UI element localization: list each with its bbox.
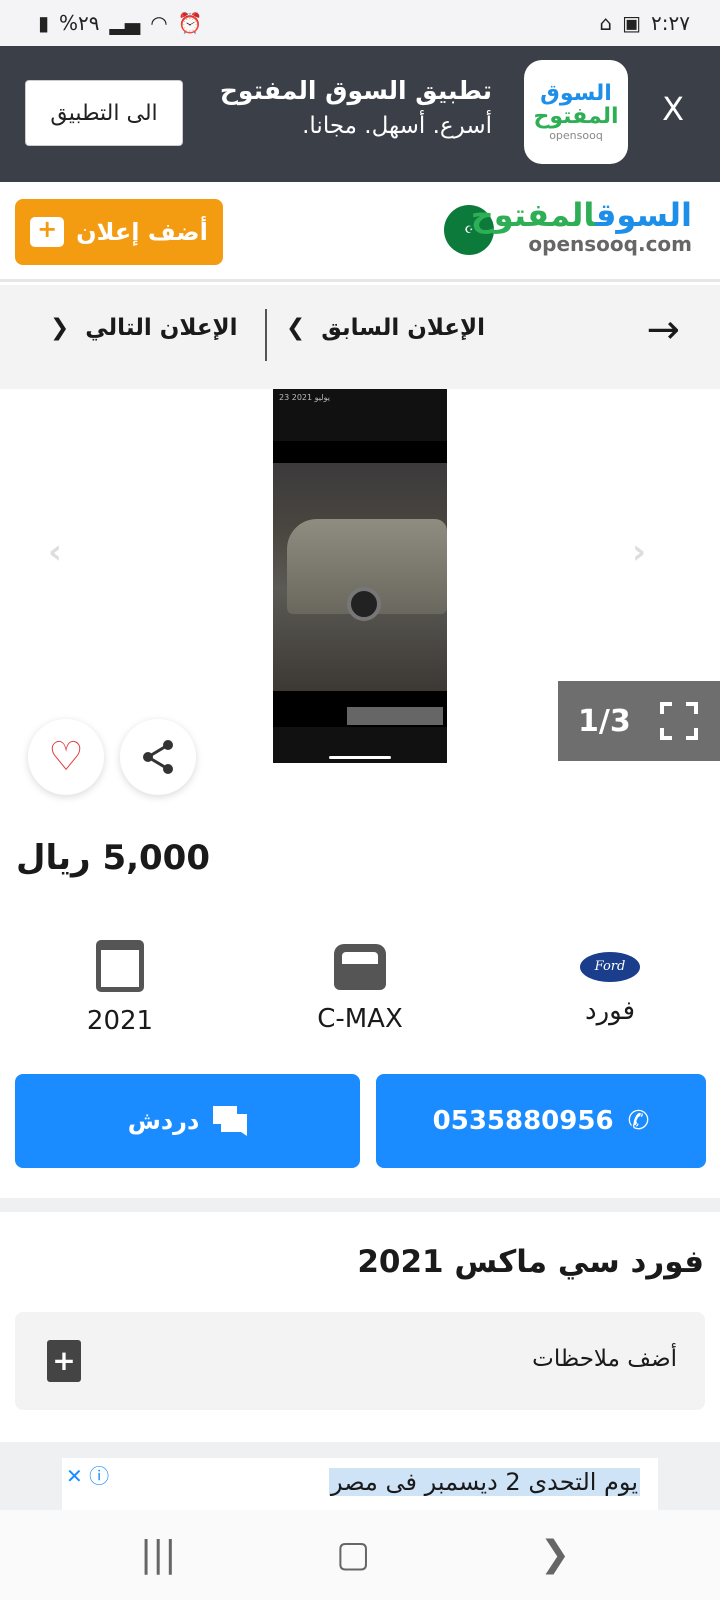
open-app-button[interactable]: الى التطبيق (25, 80, 183, 146)
expand-icon (660, 702, 698, 740)
add-notes-box[interactable]: أضف ملاحظات + (15, 1312, 705, 1410)
heart-icon: ♡ (48, 734, 84, 780)
spec-model: C-MAX (260, 940, 460, 1034)
ad-text: يوم التحدى 2 ديسمبر فى مصر (329, 1468, 640, 1496)
site-logo[interactable]: السوقالمفتوح opensooq.com (471, 196, 692, 256)
back-icon[interactable]: ❯ (540, 1534, 570, 1575)
year-value: 2021 (86, 1006, 154, 1036)
brand-value: فورد (585, 996, 635, 1026)
app-logo-line2: المفتوح (533, 103, 619, 129)
close-banner-button[interactable]: X (662, 90, 684, 128)
car-wheel (347, 587, 381, 621)
chevron-right-icon: ❯ (286, 315, 306, 341)
post-ad-label: أضف إعلان (76, 218, 208, 246)
add-notes-label: أضف ملاحظات (532, 1346, 677, 1372)
chat-button[interactable]: دردش (15, 1074, 360, 1168)
photo-gallery: 23 يوليو 2021 ‹ › 1/3 ♡ (0, 389, 720, 819)
phone-icon: ✆ (627, 1106, 650, 1136)
car-icon (334, 944, 386, 990)
price: 5,000 ريال (16, 838, 210, 878)
call-button[interactable]: 0535880956 ✆ (376, 1074, 706, 1168)
photo-thumbnails (347, 707, 443, 725)
signal-icon: ▂▄ (109, 11, 141, 35)
model-value: C-MAX (317, 1004, 403, 1034)
listing-photo[interactable]: 23 يوليو 2021 (273, 389, 447, 763)
ad-banner[interactable]: ✕ ⓘ يوم التحدى 2 ديسمبر فى مصر (62, 1458, 658, 1510)
system-nav-bar: ||| ▢ ❯ (0, 1510, 720, 1600)
logo-english: opensooq.com (528, 232, 692, 256)
photo-home-indicator (329, 756, 391, 759)
site-header: أضف إعلان ☪ السوقالمفتوح opensooq.com (0, 182, 720, 282)
status-time: ٢:٢٧ (651, 11, 690, 35)
app-logo-line1: السوق (540, 80, 612, 106)
alarm-icon: ⏰ (177, 11, 203, 35)
chevron-left-icon: ❮ (50, 315, 70, 341)
recents-icon[interactable]: ||| (140, 1534, 176, 1575)
listing-title: فورد سي ماكس 2021 (357, 1244, 704, 1280)
home-icon[interactable]: ▢ (336, 1534, 370, 1575)
ad-close-icon[interactable]: ✕ ⓘ (66, 1460, 109, 1489)
spec-brand: Ford فورد (510, 940, 710, 1026)
gallery-icon: ▣ (622, 11, 642, 35)
chat-label: دردش (127, 1107, 200, 1135)
calendar-icon (96, 940, 144, 992)
battery-level: %٢٩ (59, 11, 100, 35)
gallery-prev-arrow-icon[interactable]: ‹ (48, 535, 78, 569)
logo-word-blue: السوق (595, 196, 692, 234)
next-ad-link[interactable]: الإعلان التالي ❮ (50, 315, 238, 341)
next-ad-label: الإعلان التالي (85, 315, 238, 341)
prev-ad-link[interactable]: الإعلان السابق ❯ (286, 315, 485, 341)
banner-text: تطبيق السوق المفتوح أسرع. أسهل. مجانا. (220, 76, 492, 139)
status-left: ▮ %٢٩ ▂▄ ◠ ⏰ (38, 11, 203, 35)
app-banner: الى التطبيق تطبيق السوق المفتوح أسرع. أس… (0, 46, 720, 182)
prev-ad-label: الإعلان السابق (321, 315, 486, 341)
gallery-counter[interactable]: 1/3 (558, 681, 720, 761)
share-button[interactable] (120, 719, 196, 795)
note-add-icon: + (47, 1340, 81, 1382)
status-bar: ▮ %٢٩ ▂▄ ◠ ⏰ ⌂ ▣ ٢:٢٧ (0, 0, 720, 46)
photo-topbar: 23 يوليو 2021 (273, 389, 447, 441)
phone-number: 0535880956 (432, 1106, 614, 1136)
mosque-icon: ⌂ (599, 11, 613, 35)
share-icon (143, 740, 173, 774)
chat-icon (213, 1106, 248, 1136)
listing-nav: الإعلان التالي ❮ الإعلان السابق ❯ → (0, 285, 720, 389)
logo-word-green: المفتوح (470, 196, 596, 234)
spec-row: 2021 C-MAX Ford فورد (0, 940, 720, 1040)
favorite-button[interactable]: ♡ (28, 719, 104, 795)
nav-divider (265, 309, 267, 361)
gallery-next-arrow-icon[interactable]: › (632, 535, 662, 569)
section-divider (0, 1198, 720, 1212)
spec-year: 2021 (20, 940, 220, 1036)
app-logo-line3: opensooq (549, 128, 603, 142)
post-ad-button[interactable]: أضف إعلان (15, 199, 223, 265)
banner-title: تطبيق السوق المفتوح (219, 76, 492, 105)
app-logo: السوق المفتوح opensooq (524, 60, 628, 164)
battery-icon: ▮ (38, 11, 50, 35)
ford-logo-icon: Ford (580, 952, 640, 982)
status-right: ⌂ ▣ ٢:٢٧ (599, 11, 690, 35)
wifi-icon: ◠ (150, 11, 168, 35)
back-arrow-icon[interactable]: → (646, 307, 680, 353)
photo-date: 23 يوليو 2021 (279, 393, 330, 402)
camera-plus-icon (30, 215, 65, 247)
banner-subtitle: أسرع. أسهل. مجانا. (302, 113, 492, 139)
photo-count: 1/3 (578, 703, 631, 739)
